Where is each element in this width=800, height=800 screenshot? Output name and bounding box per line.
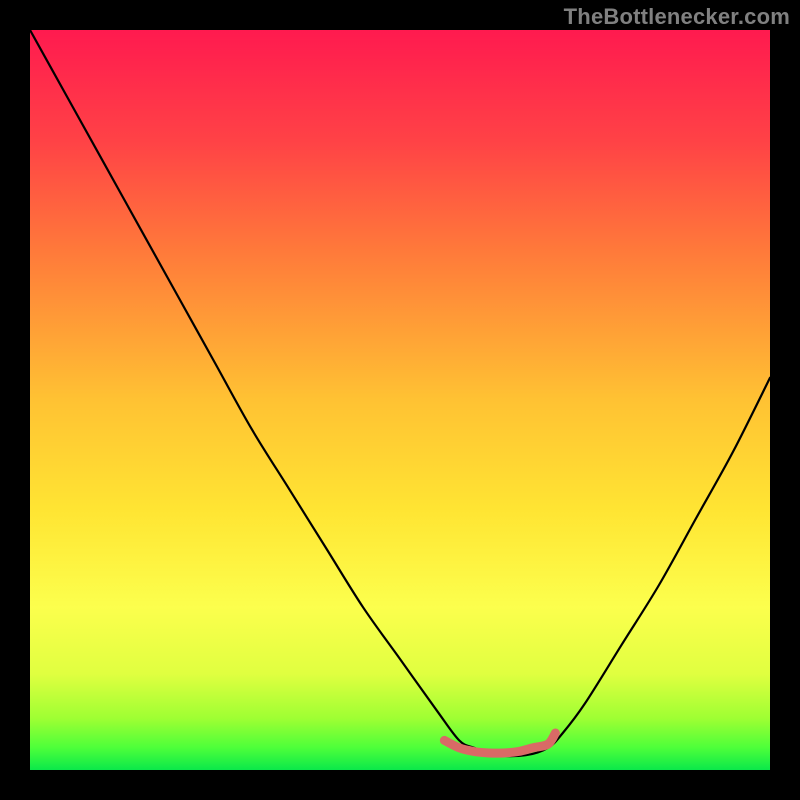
chart-svg <box>30 30 770 770</box>
attribution-watermark: TheBottlenecker.com <box>564 4 790 30</box>
chart-canvas <box>30 30 770 770</box>
